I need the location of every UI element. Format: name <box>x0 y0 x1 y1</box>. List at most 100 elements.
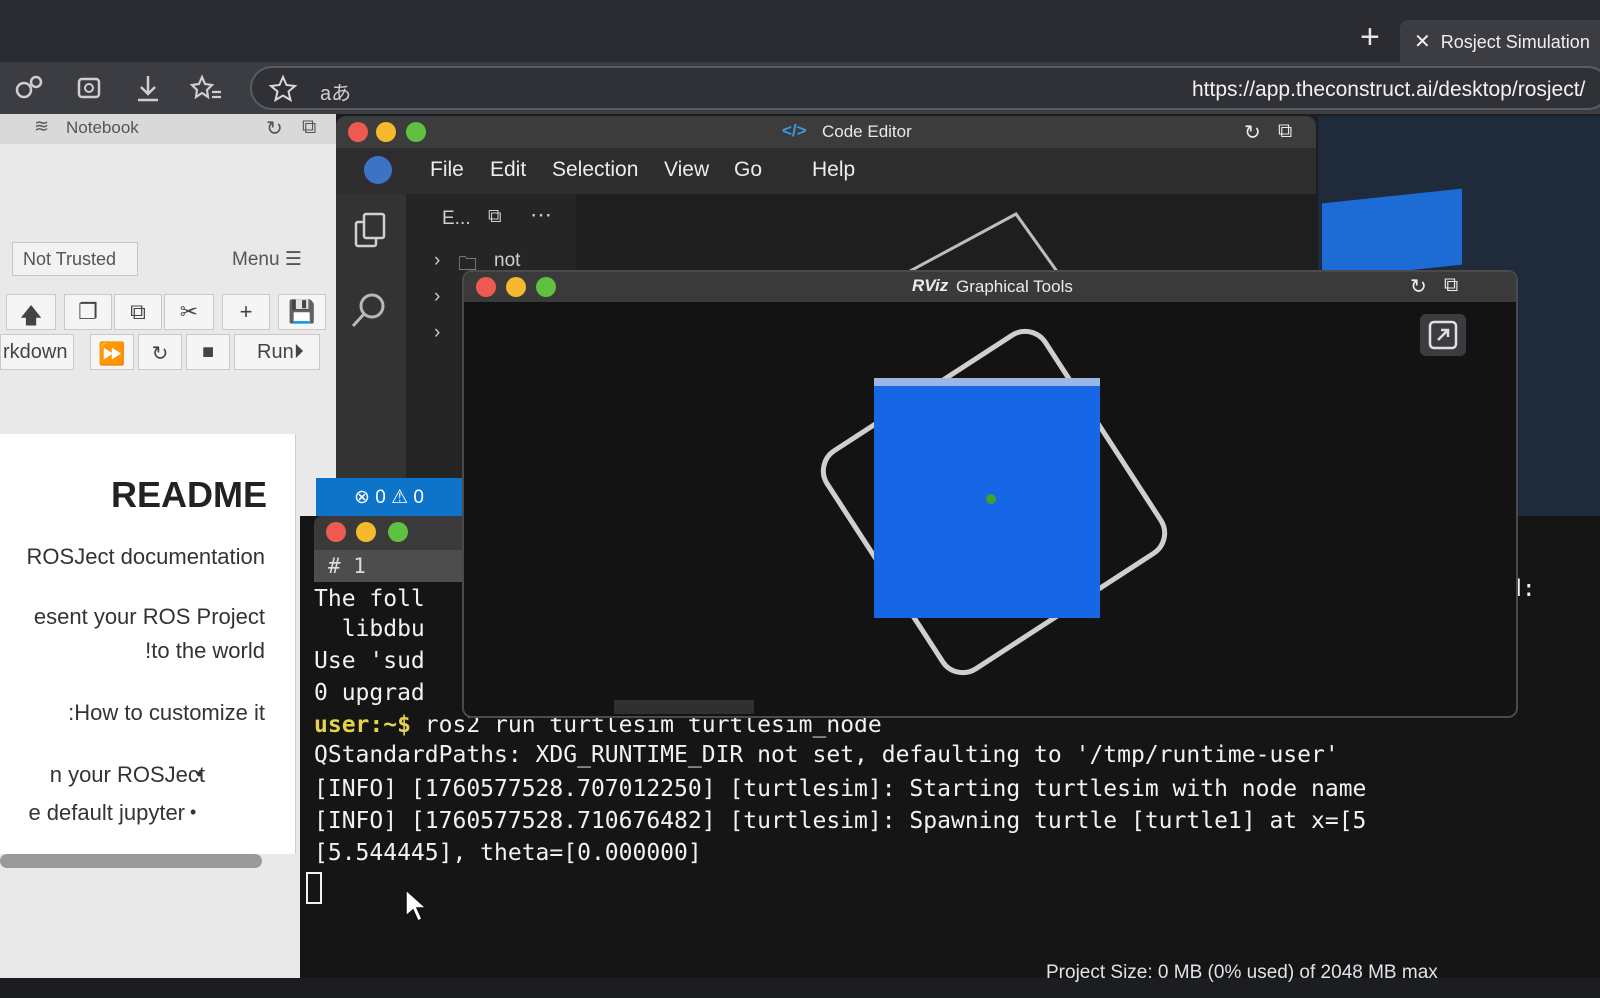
star-icon[interactable] <box>268 74 298 104</box>
menu-edit[interactable]: Edit <box>490 158 526 182</box>
expand-icon[interactable] <box>1420 314 1466 356</box>
terminal-line: libdbu <box>314 616 425 642</box>
reload-icon[interactable]: ↻ <box>1410 274 1427 299</box>
project-size-status: Project Size: 0 MB (0% used) of 2048 MB … <box>1046 962 1438 983</box>
notebook-list-item: e default jupyter <box>28 800 185 825</box>
new-tab-button[interactable]: + <box>1360 20 1380 54</box>
turtlesim-window[interactable] <box>874 378 1100 618</box>
chevron-right-icon[interactable]: › <box>434 286 440 308</box>
terminal-line: Use 'sud <box>314 648 425 674</box>
browser-tab-bar: + ✕ Rosject Simulation <box>0 0 1600 62</box>
minimize-window-button[interactable] <box>356 522 376 542</box>
reload-icon[interactable]: ↻ <box>1244 120 1261 145</box>
notebook-list-item: n your ROSJect <box>49 762 205 787</box>
run-button[interactable]: Run⏵ <box>234 334 320 370</box>
problems-status[interactable]: ⊗ 0 ⚠ 0 <box>316 478 466 516</box>
extensions-icon[interactable] <box>12 70 48 106</box>
terminal-output: [5.544445], theta=[0.000000] <box>314 840 702 866</box>
more-icon[interactable]: ⋯ <box>530 202 552 228</box>
browser-toolbar: aあ https://app.theconstruct.ai/desktop/r… <box>0 62 1600 114</box>
menu-selection[interactable]: Selection <box>552 158 638 182</box>
chevron-right-icon[interactable]: › <box>434 322 440 344</box>
fast-forward-icon[interactable]: ⏩ <box>90 334 134 370</box>
menu-label: Menu <box>232 249 280 270</box>
menu-go[interactable]: Go <box>734 158 762 182</box>
activity-bar: ⚙ <box>336 194 406 516</box>
folder-name[interactable]: not <box>494 250 520 272</box>
rviz-logo: RViz <box>912 276 949 295</box>
notebook-icon: ≋ <box>34 116 50 136</box>
terminal-titlebar <box>314 516 474 550</box>
turtle-icon <box>986 494 996 504</box>
search-icon[interactable] <box>348 290 390 332</box>
vnc-taskbar[interactable] <box>614 700 754 714</box>
maximize-window-button[interactable] <box>536 277 556 297</box>
close-window-button[interactable] <box>326 522 346 542</box>
bullet-icon: • <box>190 802 197 822</box>
terminal-output: [INFO] [1760577528.707012250] [turtlesim… <box>314 776 1367 802</box>
external-link-icon[interactable]: ⧉ <box>1444 274 1458 297</box>
menu-view[interactable]: View <box>664 158 709 182</box>
run-label: Run <box>257 341 294 363</box>
close-tab-icon[interactable]: ✕ <box>1414 31 1431 53</box>
graphical-tools-titlebar: RViz Graphical Tools ↻ ⧉ <box>464 272 1516 302</box>
notebook-panel: ≋ Notebook ↻ ⧉ Not Trusted Menu ☰ 🡅 ❐ ⧉ … <box>0 114 336 978</box>
paste-button[interactable]: ⧉ <box>114 294 162 330</box>
warning-icon: ⚠ <box>391 487 409 508</box>
external-link-icon[interactable]: ⧉ <box>1278 120 1292 143</box>
trust-status[interactable]: Not Trusted <box>12 242 138 276</box>
browser-tab[interactable]: ✕ Rosject Simulation <box>1400 20 1600 62</box>
menu-help[interactable]: Help <box>812 158 855 182</box>
stop-icon[interactable]: ■ <box>186 334 230 370</box>
warning-count: 0 <box>413 487 424 508</box>
notebook-cell: README ROSJect documentation esent your … <box>0 434 296 854</box>
copy-button[interactable]: ❐ <box>64 294 112 330</box>
download-icon[interactable] <box>130 70 166 106</box>
files-icon[interactable] <box>352 210 390 250</box>
terminal-cursor <box>306 872 322 904</box>
chevron-right-icon[interactable]: › <box>434 250 440 272</box>
minimize-window-button[interactable] <box>506 277 526 297</box>
terminal-line: The foll <box>314 586 425 612</box>
explorer-label: E... <box>442 208 471 229</box>
menu-button[interactable]: Menu ☰ <box>232 248 302 271</box>
maximize-window-button[interactable] <box>388 522 408 542</box>
reload-icon[interactable]: ↻ <box>266 116 283 141</box>
notebook-header: ≋ Notebook ↻ ⧉ <box>0 114 336 144</box>
code-icon: </> <box>782 121 807 140</box>
collections-icon[interactable] <box>72 70 108 106</box>
external-link-icon[interactable]: ⧉ <box>302 116 316 139</box>
turtlesim-titlebar <box>874 378 1100 386</box>
notebook-line: !to the world <box>145 638 265 663</box>
restart-icon[interactable]: ↻ <box>138 334 182 370</box>
favorites-icon[interactable] <box>188 70 224 106</box>
minimize-window-button[interactable] <box>376 122 396 142</box>
cell-type-select[interactable]: rkdown <box>0 334 74 370</box>
notebook-line: ROSJect documentation <box>26 544 265 569</box>
mouse-cursor-icon <box>404 888 430 924</box>
error-icon: ⊗ <box>354 487 370 508</box>
maximize-window-button[interactable] <box>406 122 426 142</box>
address-bar[interactable]: aあ https://app.theconstruct.ai/desktop/r… <box>250 66 1600 110</box>
add-cell-button[interactable]: + <box>222 294 270 330</box>
close-window-button[interactable] <box>348 122 368 142</box>
code-editor-title: Code Editor <box>822 122 912 141</box>
horizontal-scrollbar[interactable] <box>0 854 262 868</box>
bullet-icon: • <box>196 764 203 784</box>
browser-tab-title: Rosject Simulation <box>1440 32 1590 52</box>
collapse-icon[interactable]: ⧉ <box>488 206 502 228</box>
app-logo-icon <box>364 156 392 184</box>
notebook-title: Notebook <box>66 118 139 137</box>
terminal-tab[interactable]: # 1 <box>314 550 474 582</box>
menu-file[interactable]: File <box>430 158 464 182</box>
url-text[interactable]: https://app.theconstruct.ai/desktop/rosj… <box>1192 78 1585 102</box>
move-up-button[interactable]: 🡅 <box>6 294 56 330</box>
terminal-output: QStandardPaths: XDG_RUNTIME_DIR not set,… <box>314 742 1339 768</box>
code-editor-titlebar: </> Code Editor ↻ ⧉ <box>336 116 1316 148</box>
close-window-button[interactable] <box>476 277 496 297</box>
save-icon[interactable]: 💾 <box>278 294 326 330</box>
translate-icon[interactable]: aあ <box>320 77 351 106</box>
graphical-tools-title: Graphical Tools <box>956 277 1073 296</box>
error-count: 0 <box>375 487 386 508</box>
cut-icon[interactable]: ✂ <box>164 294 214 330</box>
